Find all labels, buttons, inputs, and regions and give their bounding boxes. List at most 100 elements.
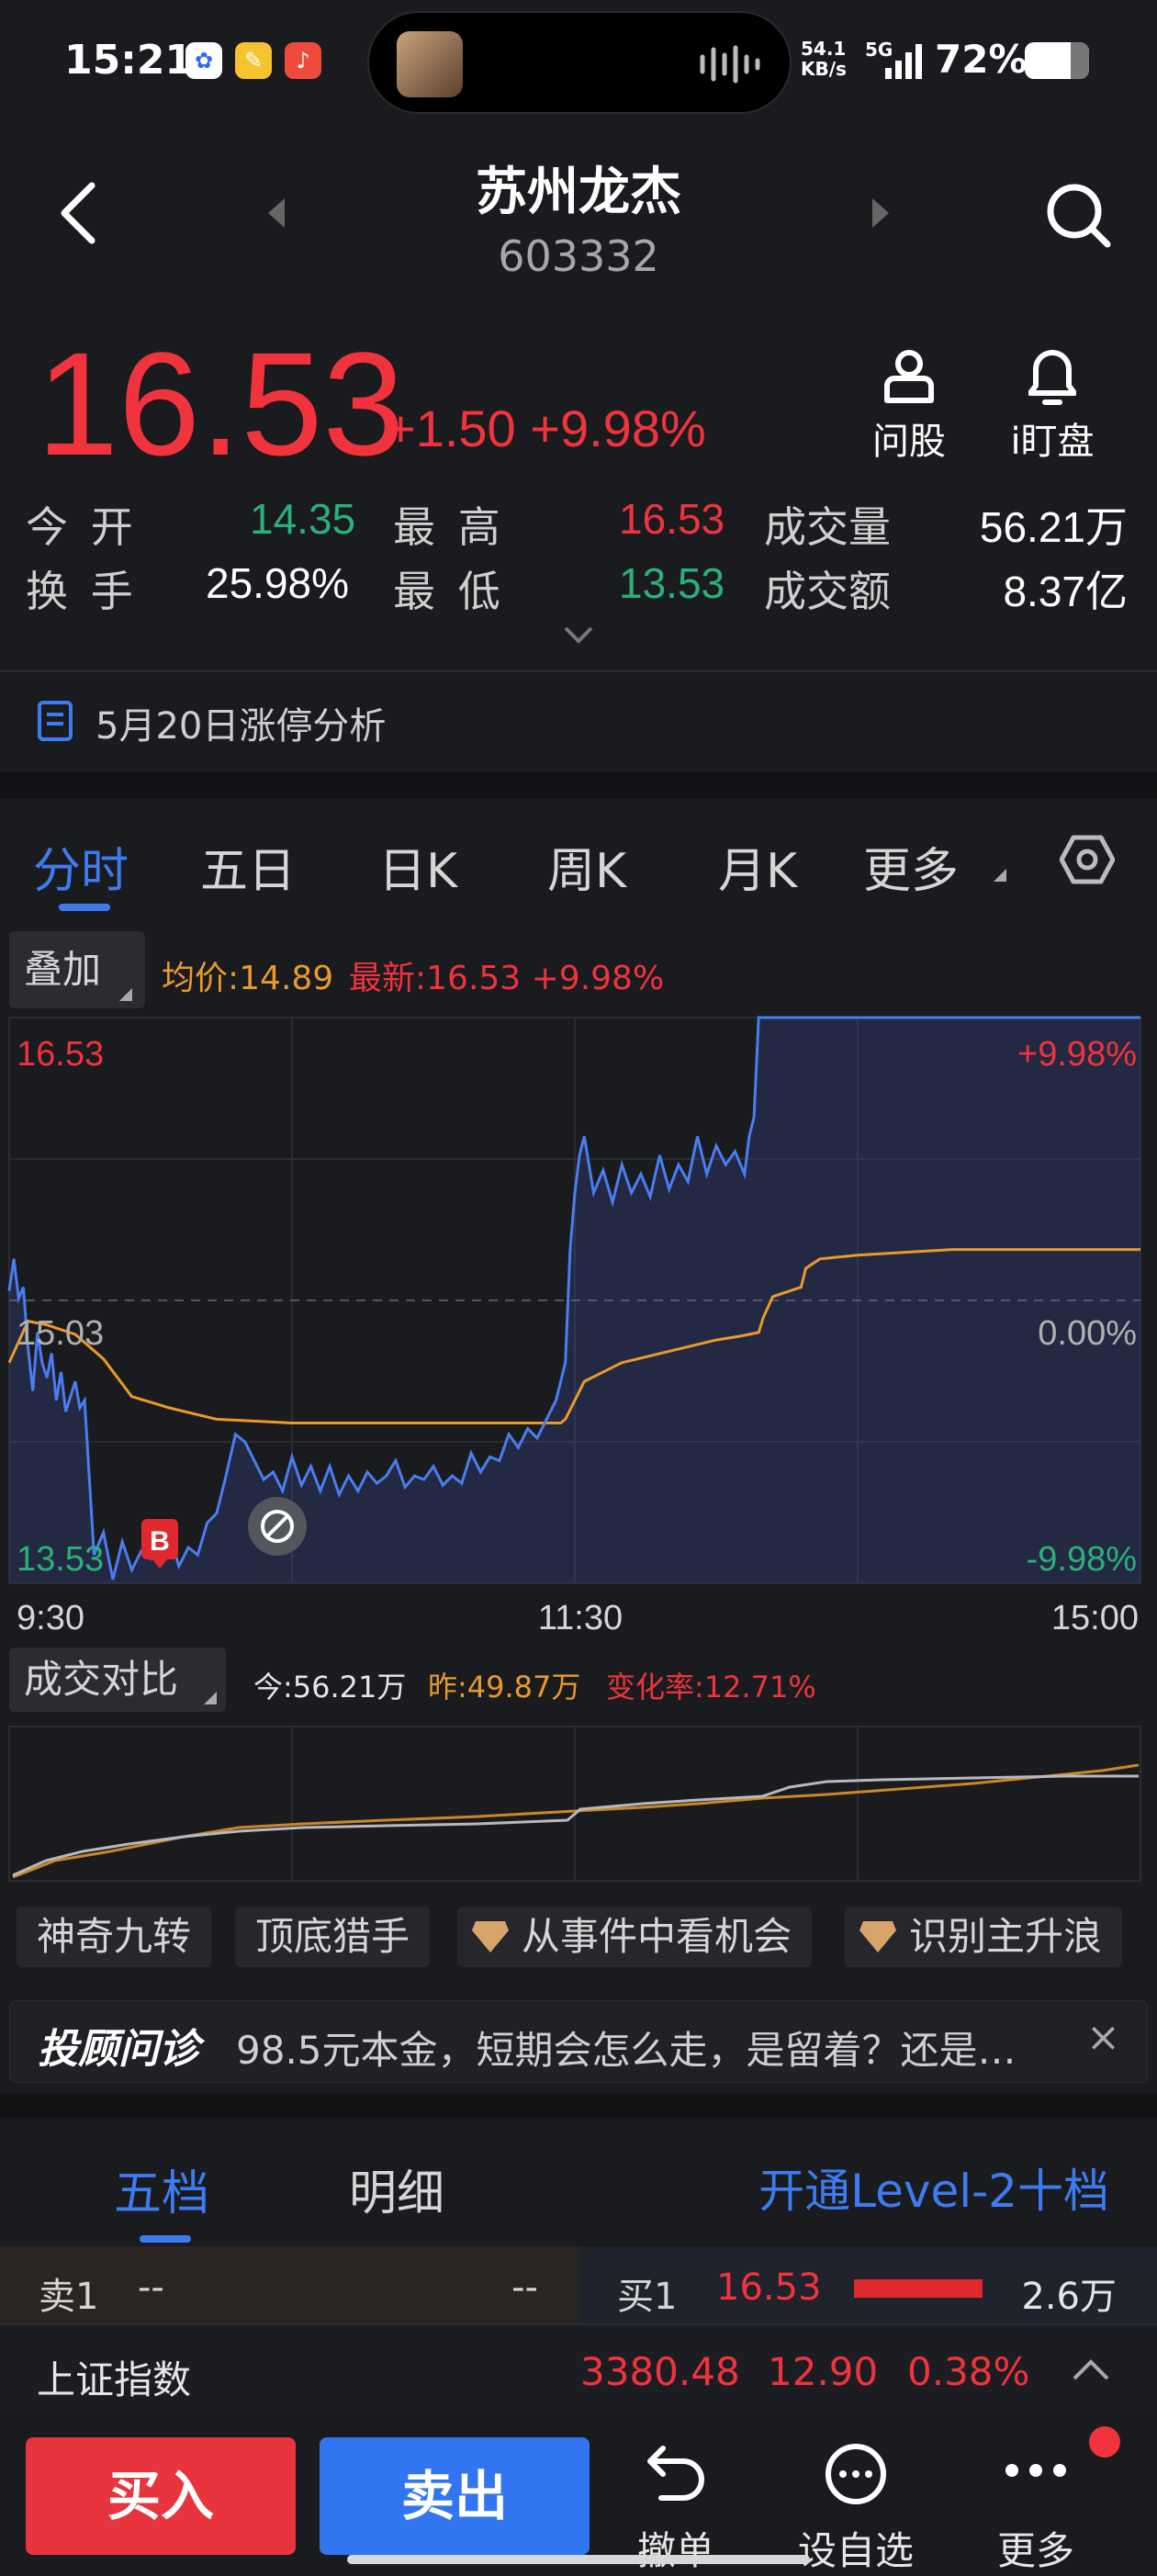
chevron-up-icon[interactable] bbox=[1071, 2357, 1111, 2382]
chart-tabs: 分时 五日 日K 周K 月K 更多 bbox=[0, 799, 1157, 918]
buy1-label: 买1 bbox=[617, 2276, 678, 2318]
audio-wave-icon bbox=[700, 45, 760, 84]
chart-settings-icon[interactable] bbox=[1060, 832, 1115, 887]
index-change-pct: 0.38% bbox=[907, 2349, 1030, 2394]
quote-panel: 16.53 +1.50 +9.98% 问股 i盯盘 今 开 14.35 最 高 … bbox=[0, 331, 1157, 771]
volume-today: 今:56.21万 bbox=[253, 1670, 407, 1704]
diamond-icon bbox=[859, 1921, 896, 1952]
status-time: 15:21 bbox=[64, 37, 194, 84]
sell1-label: 卖1 bbox=[39, 2276, 99, 2318]
tab-five-levels[interactable]: 五档 bbox=[114, 2154, 209, 2223]
notification-dot bbox=[1089, 2426, 1120, 2458]
section-divider bbox=[0, 2094, 1157, 2118]
active-book-tab-indicator bbox=[140, 2235, 191, 2243]
status-bar: 15:21 ✿ ✎ ♪ 54.1 KB/s 5G 72% bbox=[0, 0, 1157, 129]
tool-main-wave[interactable]: 识别主升浪 bbox=[845, 1907, 1123, 1967]
add-watchlist-label: 设自选 bbox=[797, 2528, 914, 2573]
y-label-low: 13.53 bbox=[17, 1540, 104, 1579]
annotation-marker-icon[interactable] bbox=[248, 1497, 307, 1556]
amount-label: 成交额 bbox=[764, 568, 891, 615]
dropdown-triangle-icon bbox=[994, 869, 1006, 882]
volume-yesterday: 昨:49.87万 bbox=[428, 1670, 581, 1704]
tab-monthly-k[interactable]: 月K bbox=[718, 832, 797, 901]
high-value: 16.53 bbox=[619, 495, 725, 543]
tab-weekly-k[interactable]: 周K bbox=[547, 832, 626, 901]
limit-up-analysis-link[interactable]: 5月20日涨停分析 bbox=[0, 670, 1157, 762]
dynamic-island[interactable] bbox=[367, 11, 792, 114]
current-price: 16.53 bbox=[37, 321, 405, 486]
volume-change-rate: 变化率:12.71% bbox=[606, 1670, 816, 1704]
low-value: 13.53 bbox=[619, 559, 725, 607]
y-label-mid: 15.03 bbox=[17, 1314, 104, 1353]
network-speed: 54.1 KB/s bbox=[801, 38, 847, 80]
index-change: 12.90 bbox=[768, 2349, 879, 2394]
watch-label: i盯盘 bbox=[1010, 421, 1095, 463]
amount-value: 8.37亿 bbox=[1003, 568, 1128, 615]
buy-button[interactable]: 买入 bbox=[26, 2437, 296, 2555]
diamond-icon bbox=[472, 1921, 509, 1952]
music-app-icon: ♪ bbox=[285, 42, 321, 79]
stock-name: 苏州龙杰 bbox=[476, 163, 681, 222]
bottom-action-bar: 买入 卖出 撤单 设自选 更多 bbox=[0, 2415, 1157, 2573]
low-label: 最 低 bbox=[393, 568, 506, 615]
document-icon bbox=[38, 701, 73, 741]
active-tab-indicator bbox=[59, 904, 110, 911]
market-index-bar[interactable]: 上证指数 3380.48 12.90 0.38% bbox=[0, 2323, 1157, 2415]
x-label-noon: 11:30 bbox=[538, 1599, 623, 1637]
tab-more[interactable]: 更多 bbox=[863, 832, 959, 901]
open-value: 14.35 bbox=[250, 495, 356, 543]
sell-side: 卖1 -- -- bbox=[0, 2246, 578, 2323]
tool-magic-nine[interactable]: 神奇九转 bbox=[17, 1907, 212, 1967]
tab-intraday[interactable]: 分时 bbox=[33, 832, 129, 901]
tab-trade-detail[interactable]: 明细 bbox=[349, 2154, 444, 2223]
sell-button[interactable]: 卖出 bbox=[320, 2437, 590, 2555]
volume-compare-button[interactable]: 成交对比 bbox=[9, 1648, 226, 1712]
tab-five-day[interactable]: 五日 bbox=[200, 832, 296, 901]
watch-button[interactable]: i盯盘 bbox=[997, 340, 1107, 465]
high-label: 最 高 bbox=[393, 503, 506, 551]
home-indicator bbox=[347, 2555, 810, 2564]
y-label-high: 16.53 bbox=[17, 1035, 104, 1074]
volume-compare-chart bbox=[8, 1726, 1141, 1882]
open-label: 今 开 bbox=[26, 503, 139, 551]
avg-price-legend: 均价:14.89 bbox=[162, 960, 334, 997]
overlay-dropdown-icon bbox=[119, 988, 132, 1001]
y-pct-low: -9.98% bbox=[1027, 1540, 1137, 1579]
buy1-volume: 2.6万 bbox=[1021, 2276, 1117, 2318]
more-label: 更多 bbox=[996, 2528, 1074, 2573]
y-pct-mid: 0.00% bbox=[1038, 1314, 1137, 1353]
bell-icon bbox=[1028, 350, 1076, 405]
more-dots-icon bbox=[1005, 2464, 1066, 2477]
ask-stock-button[interactable]: 问股 bbox=[854, 340, 964, 465]
level2-upgrade-link[interactable]: 开通Level-2十档 bbox=[758, 2154, 1109, 2221]
turnover-label: 换 手 bbox=[26, 568, 139, 615]
y-pct-high: +9.98% bbox=[1017, 1035, 1137, 1074]
price-change: +1.50 +9.98% bbox=[386, 399, 706, 457]
signal-icon bbox=[885, 44, 922, 79]
index-value: 3380.48 bbox=[580, 2349, 740, 2394]
advisor-promo-banner[interactable]: 投顾问诊 98.5元本金，短期会怎么走，是留着？还是… × bbox=[9, 2000, 1148, 2083]
tool-top-bottom-hunter[interactable]: 顶底猎手 bbox=[235, 1907, 431, 1967]
volume-value: 56.21万 bbox=[979, 503, 1128, 551]
media-thumbnail bbox=[397, 31, 463, 97]
order-book-panel: 五档 明细 开通Level-2十档 卖1 -- -- 买1 16.53 2.6万 bbox=[0, 2118, 1157, 2323]
tab-daily-k[interactable]: 日K bbox=[378, 832, 457, 901]
index-name: 上证指数 bbox=[37, 2357, 192, 2402]
cancel-order-label: 撤单 bbox=[636, 2528, 714, 2573]
volume-compare-dropdown-icon bbox=[204, 1692, 217, 1704]
buy-side: 买1 16.53 2.6万 bbox=[578, 2246, 1157, 2323]
price-chart[interactable]: 16.53 15.03 13.53 +9.98% 0.00% -9.98% B … bbox=[0, 1014, 1157, 1657]
stock-header: 苏州龙杰 603332 bbox=[0, 129, 1157, 331]
next-stock-icon[interactable] bbox=[871, 195, 891, 231]
search-icon[interactable] bbox=[1043, 180, 1113, 250]
tool-event-opportunity[interactable]: 从事件中看机会 bbox=[457, 1907, 813, 1967]
advisor-promo-text: 98.5元本金，短期会怎么走，是留着？还是… bbox=[236, 2028, 1017, 2073]
x-label-close: 15:00 bbox=[1051, 1599, 1139, 1637]
expand-chevron-icon[interactable] bbox=[562, 624, 595, 645]
notes-app-icon: ✎ bbox=[235, 42, 272, 79]
latest-price-legend: 最新:16.53 +9.98% bbox=[349, 960, 665, 997]
promo-close-button[interactable]: × bbox=[1086, 2014, 1120, 2061]
sell1-volume: -- bbox=[511, 2267, 538, 2309]
turnover-value: 25.98% bbox=[206, 559, 350, 607]
stock-code: 603332 bbox=[498, 231, 659, 281]
